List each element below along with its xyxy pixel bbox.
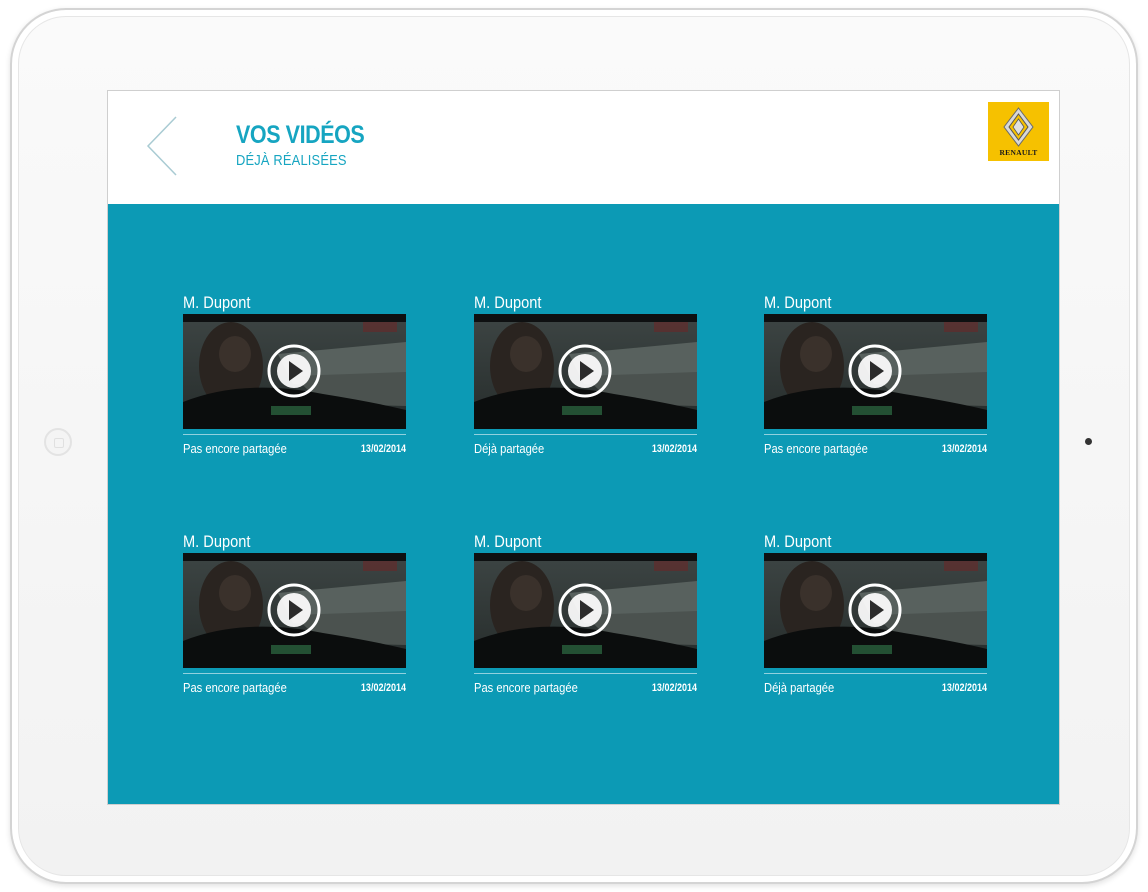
card-divider <box>474 434 697 435</box>
video-card-4[interactable]: M. Dupont Pas encore partagée 13/02/2014 <box>183 532 406 702</box>
header: VOS VIDÉOS DÉJÀ RÉALISÉES RENAULT <box>108 91 1059 204</box>
video-thumbnail[interactable] <box>474 314 697 429</box>
card-divider <box>183 434 406 435</box>
video-date: 13/02/2014 <box>941 443 987 455</box>
page-subtitle: DÉJÀ RÉALISÉES <box>236 152 347 169</box>
share-status: Pas encore partagée <box>183 680 287 695</box>
front-camera <box>1085 438 1092 445</box>
share-status: Pas encore partagée <box>474 680 578 695</box>
video-owner: M. Dupont <box>183 532 251 551</box>
card-divider <box>764 673 987 674</box>
share-status: Pas encore partagée <box>764 441 868 456</box>
back-button[interactable] <box>138 113 188 179</box>
renault-diamond-icon <box>1003 107 1034 147</box>
video-owner: M. Dupont <box>764 532 832 551</box>
video-date: 13/02/2014 <box>651 443 697 455</box>
video-thumbnail[interactable] <box>764 553 987 668</box>
card-divider <box>183 673 406 674</box>
video-owner: M. Dupont <box>474 532 542 551</box>
share-status: Pas encore partagée <box>183 441 287 456</box>
video-thumbnail[interactable] <box>764 314 987 429</box>
video-date: 13/02/2014 <box>360 443 406 455</box>
renault-logo: RENAULT <box>988 102 1049 161</box>
play-icon[interactable] <box>847 343 903 399</box>
play-icon[interactable] <box>266 582 322 638</box>
play-icon[interactable] <box>557 343 613 399</box>
card-divider <box>764 434 987 435</box>
page-title: VOS VIDÉOS <box>236 121 365 149</box>
video-date: 13/02/2014 <box>360 682 406 694</box>
video-owner: M. Dupont <box>183 293 251 312</box>
video-date: 13/02/2014 <box>941 682 987 694</box>
video-card-3[interactable]: M. Dupont Pas encore partagée 13/02/2014 <box>764 293 987 463</box>
share-status: Déjà partagée <box>764 680 835 695</box>
video-card-5[interactable]: M. Dupont Pas encore partagée 13/02/2014 <box>474 532 697 702</box>
video-card-6[interactable]: M. Dupont Déjà partagée 13/02/2014 <box>764 532 987 702</box>
play-icon[interactable] <box>266 343 322 399</box>
app-screen: VOS VIDÉOS DÉJÀ RÉALISÉES RENAULT M. Dup… <box>107 90 1060 805</box>
video-thumbnail[interactable] <box>183 314 406 429</box>
share-status: Déjà partagée <box>474 441 545 456</box>
home-button[interactable] <box>44 428 72 456</box>
card-divider <box>474 673 697 674</box>
video-thumbnail[interactable] <box>474 553 697 668</box>
video-date: 13/02/2014 <box>651 682 697 694</box>
video-owner: M. Dupont <box>764 293 832 312</box>
play-icon[interactable] <box>557 582 613 638</box>
video-card-2[interactable]: M. Dupont Déjà partagée 13/02/2014 <box>474 293 697 463</box>
video-card-1[interactable]: M. Dupont Pas encore partagée 13/02/2014 <box>183 293 406 463</box>
brand-name: RENAULT <box>999 148 1038 157</box>
video-thumbnail[interactable] <box>183 553 406 668</box>
chevron-left-icon <box>146 116 177 176</box>
video-owner: M. Dupont <box>474 293 542 312</box>
play-icon[interactable] <box>847 582 903 638</box>
